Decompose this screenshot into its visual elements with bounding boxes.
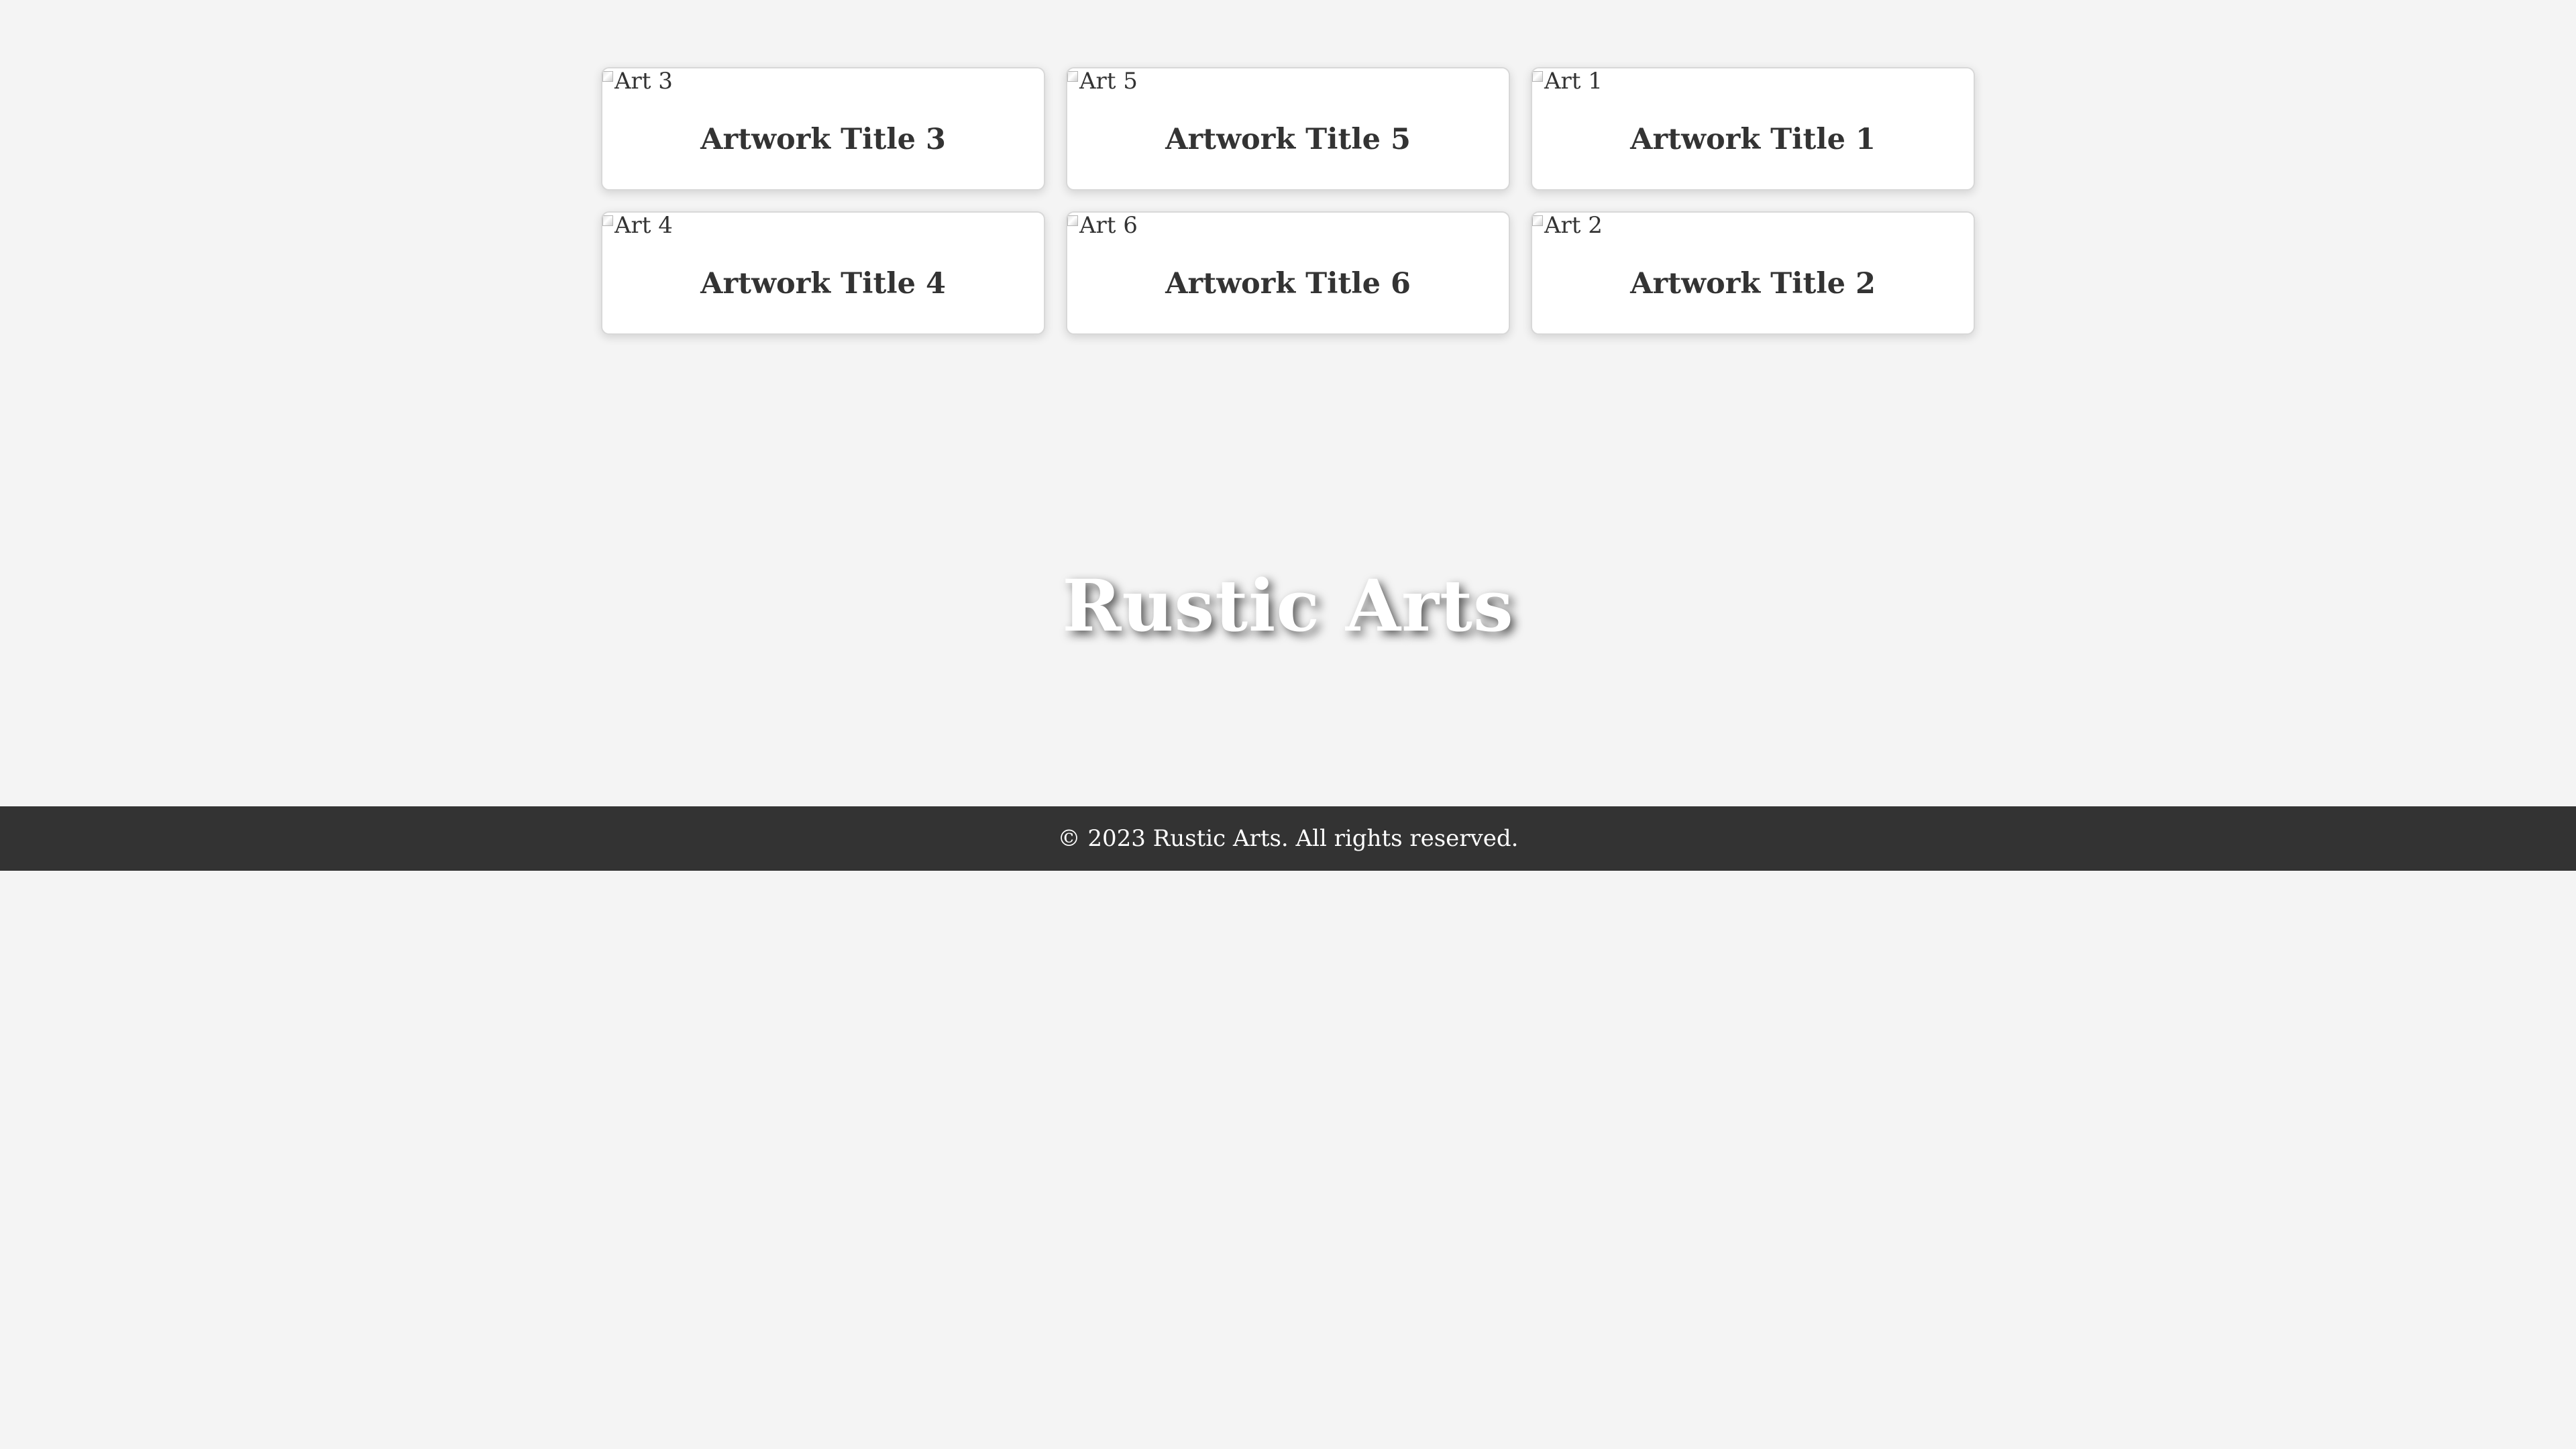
page-footer: © 2023 Rustic Arts. All rights reserved.	[0, 806, 2576, 871]
artwork-image-alt: Art 2	[1544, 212, 1603, 239]
artwork-image[interactable]: Art 5	[1067, 68, 1138, 94]
artwork-image-alt: Art 6	[1079, 212, 1138, 239]
artwork-card[interactable]: Art 2 Artwork Title 2	[1531, 211, 1975, 335]
broken-image-icon	[602, 71, 613, 82]
footer-copyright: © 2023 Rustic Arts. All rights reserved.	[1057, 825, 1519, 852]
artwork-gallery: Art 3 Artwork Title 3 Art 5 Artwork Titl…	[601, 67, 1975, 335]
artwork-card[interactable]: Art 1 Artwork Title 1	[1531, 67, 1975, 191]
artwork-title: Artwork Title 5	[1165, 123, 1411, 156]
broken-image-icon	[602, 215, 613, 226]
artwork-title: Artwork Title 4	[700, 267, 946, 301]
artwork-image[interactable]: Art 3	[602, 68, 673, 94]
broken-image-icon	[1532, 215, 1543, 226]
artwork-card[interactable]: Art 5 Artwork Title 5	[1066, 67, 1510, 191]
broken-image-icon	[1532, 71, 1543, 82]
broken-image-icon	[1067, 71, 1078, 82]
artwork-card[interactable]: Art 6 Artwork Title 6	[1066, 211, 1510, 335]
artwork-image[interactable]: Art 4	[602, 213, 673, 238]
artwork-image[interactable]: Art 2	[1532, 213, 1603, 238]
broken-image-icon	[1067, 215, 1078, 226]
artwork-image-alt: Art 4	[614, 212, 673, 239]
artwork-title: Artwork Title 3	[700, 123, 946, 156]
hero-title: Rustic Arts	[1062, 564, 1514, 647]
artwork-image-alt: Art 1	[1544, 68, 1603, 95]
artwork-title: Artwork Title 1	[1630, 123, 1876, 156]
artwork-image[interactable]: Art 6	[1067, 213, 1138, 238]
artwork-image-alt: Art 3	[614, 68, 673, 95]
artwork-card[interactable]: Art 3 Artwork Title 3	[601, 67, 1045, 191]
artwork-image-alt: Art 5	[1079, 68, 1138, 95]
artwork-title: Artwork Title 2	[1630, 267, 1876, 301]
artwork-image[interactable]: Art 1	[1532, 68, 1603, 94]
artwork-title: Artwork Title 6	[1165, 267, 1411, 301]
artwork-card[interactable]: Art 4 Artwork Title 4	[601, 211, 1045, 335]
